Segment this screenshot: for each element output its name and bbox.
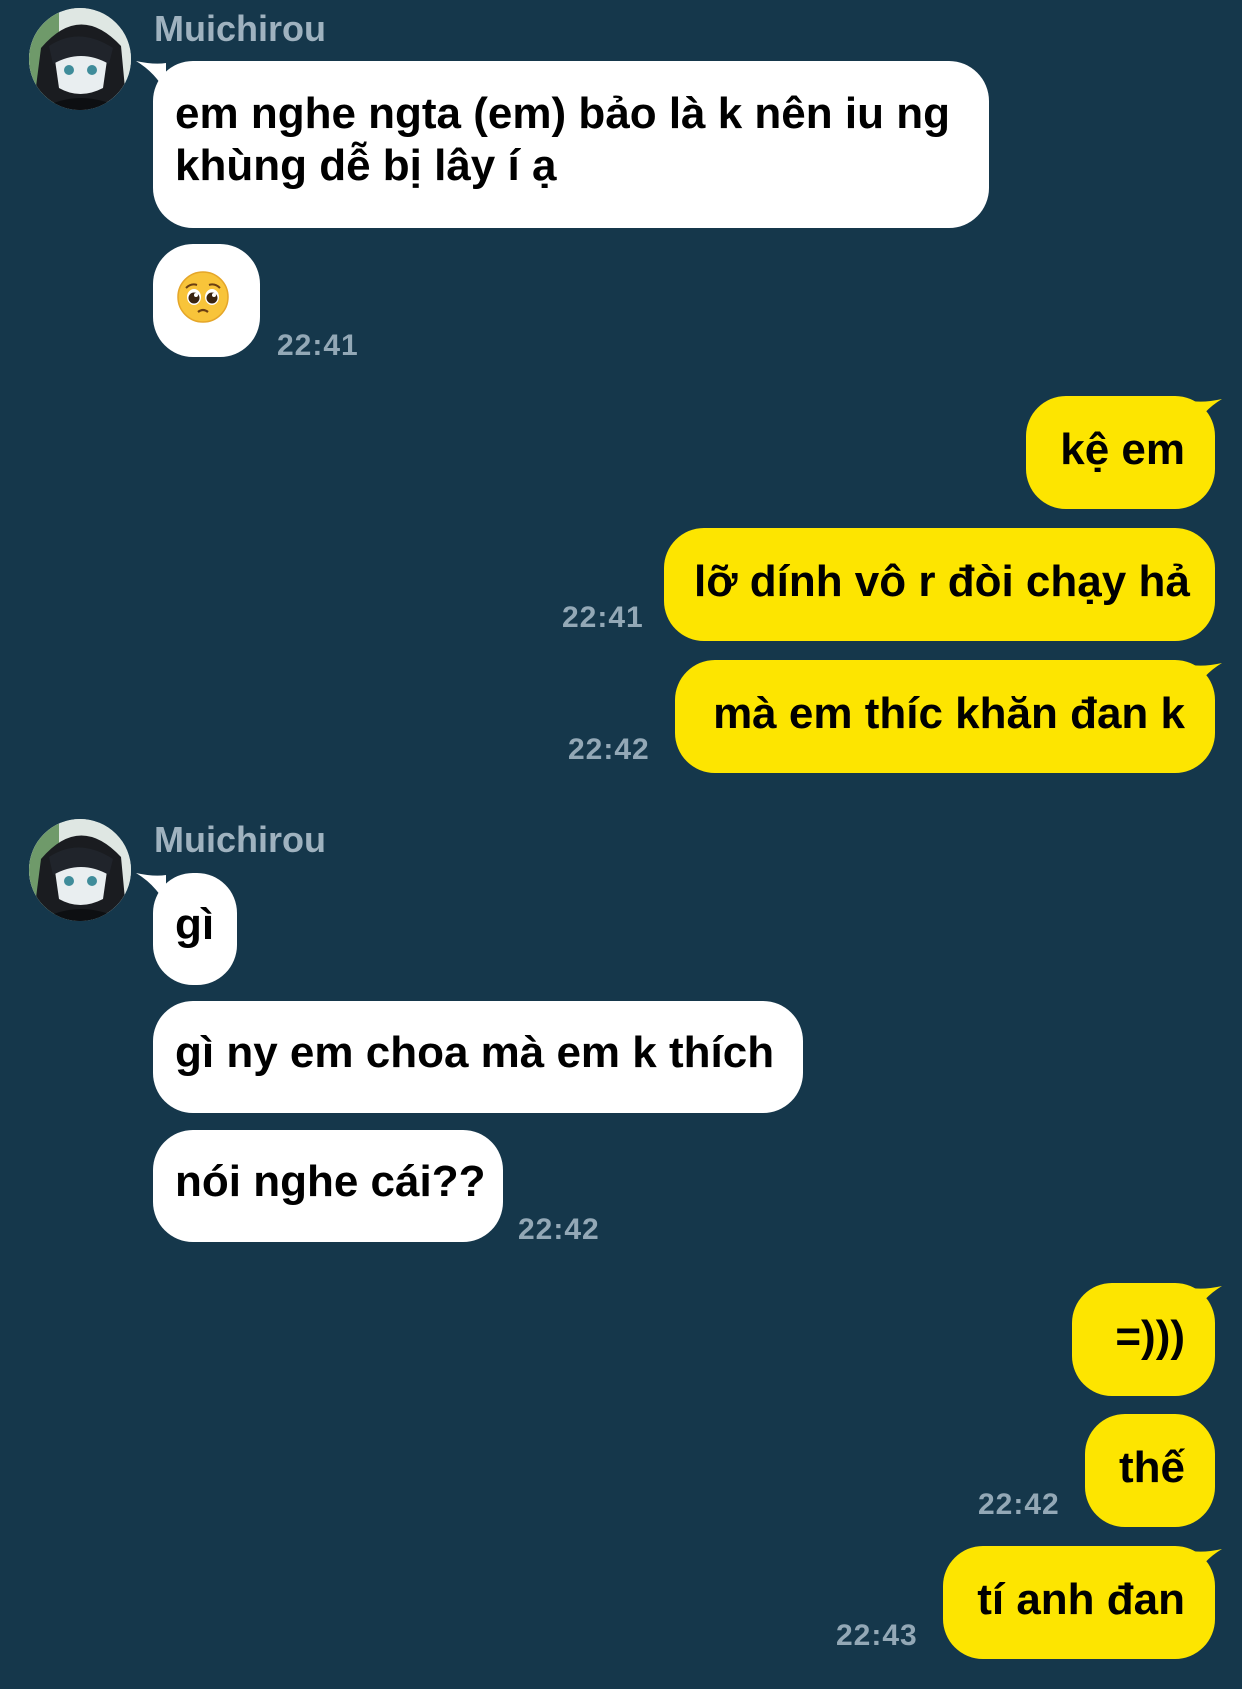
- sender-name: Muichirou: [154, 819, 326, 860]
- message-timestamp: 22:41: [277, 329, 359, 362]
- message-bubble[interactable]: thế: [1085, 1414, 1215, 1527]
- sender-name: Muichirou: [154, 8, 326, 49]
- message-timestamp: 22:42: [978, 1488, 1060, 1521]
- message-bubble[interactable]: gì: [153, 873, 237, 985]
- message-text: em nghe ngta (em) bảo là k nên iu ng khù…: [175, 89, 950, 190]
- message-bubble[interactable]: em nghe ngta (em) bảo là k nên iu ng khù…: [153, 61, 989, 228]
- emoji-message-bubble[interactable]: 🥺: [153, 244, 260, 357]
- message-bubble[interactable]: lỡ dính vô r đòi chạy hả: [664, 528, 1215, 641]
- message-text: mà em thíc khăn đan k: [713, 689, 1185, 738]
- message-timestamp: 22:42: [568, 733, 650, 766]
- message-text: gì: [175, 900, 215, 949]
- message-bubble[interactable]: tí anh đan: [943, 1546, 1215, 1659]
- message-bubble[interactable]: mà em thíc khăn đan k: [675, 660, 1215, 773]
- pleading-face-emoji: [177, 271, 229, 323]
- message-bubble[interactable]: nói nghe cái??: [153, 1130, 503, 1242]
- message-timestamp: 22:41: [562, 601, 644, 634]
- message-text: kệ em: [1060, 425, 1185, 474]
- message-text: gì ny em choa mà em k thích: [175, 1028, 775, 1077]
- message-bubble[interactable]: kệ em: [1026, 396, 1215, 509]
- message-timestamp: 22:42: [518, 1213, 600, 1246]
- message-timestamp: 22:43: [836, 1619, 918, 1652]
- message-text: nói nghe cái??: [175, 1157, 486, 1206]
- avatar[interactable]: [29, 819, 131, 921]
- message-text: tí anh đan: [977, 1575, 1185, 1624]
- message-bubble[interactable]: gì ny em choa mà em k thích: [153, 1001, 803, 1113]
- message-text: lỡ dính vô r đòi chạy hả: [694, 557, 1190, 606]
- message-text: thế: [1119, 1443, 1185, 1492]
- message-text: =))): [1115, 1312, 1185, 1361]
- message-bubble[interactable]: =))): [1072, 1283, 1215, 1396]
- avatar[interactable]: [29, 8, 131, 110]
